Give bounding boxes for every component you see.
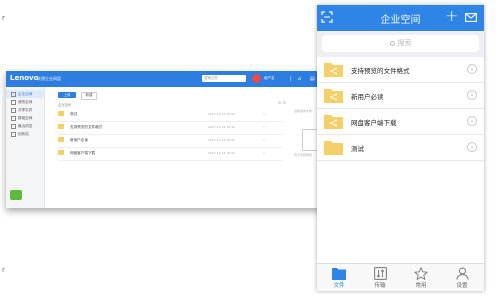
folder-icon (58, 111, 64, 116)
mobile-app: 企业空间 + 搜索 支持预览的文件格式 ⌄ 新用户必读 ⌄ 网盘客户端下载 ⌄ … (317, 5, 484, 291)
chevron-down-icon[interactable]: ⌄ (467, 116, 477, 126)
sidebar-item-trash[interactable]: 回收站 (6, 130, 44, 138)
list-item-label: 新用户必读 (351, 93, 384, 101)
nav-divider: | (290, 76, 292, 82)
folder-icon (58, 150, 64, 155)
sidebar-item-shared[interactable]: 共享文件 (6, 106, 44, 114)
row-checkbox[interactable]: ○ (263, 138, 266, 142)
person-icon (11, 99, 16, 105)
list-item[interactable]: 测试 ⌄ (317, 135, 484, 161)
tab-transfer[interactable]: 传输 (360, 267, 400, 289)
trash-icon (11, 131, 16, 137)
tab-label: 文件 (333, 283, 345, 289)
new-button[interactable]: 新建 (81, 92, 97, 100)
star-icon (414, 267, 428, 280)
avatar[interactable] (252, 74, 261, 83)
list-item[interactable]: 新用户必读 ⌄ (317, 83, 484, 109)
status-badge[interactable] (10, 190, 22, 200)
share-folder-icon (324, 63, 343, 77)
share-folder-icon (324, 89, 343, 103)
chevron-down-icon[interactable]: ⌄ (467, 90, 477, 100)
search-placeholder: 搜索 (397, 39, 412, 47)
enterprise-icon (11, 91, 16, 97)
sidebar-item-label: 企业空间 (18, 92, 33, 96)
sidebar-item-my-space[interactable]: 我的空间 (6, 98, 44, 106)
view-toggle-icon[interactable]: ⇅ ☰ (278, 100, 286, 105)
file-name: 新用户必读 (70, 138, 88, 142)
folder-icon (332, 268, 346, 280)
file-date: 2017-11-14 10:50 (208, 125, 236, 129)
list-item-label: 支持预览的文件格式 (351, 67, 410, 75)
app-name: 联想企业网盘 (37, 76, 61, 81)
folder-list: 支持预览的文件格式 ⌄ 新用户必读 ⌄ 网盘客户端下载 ⌄ 测试 ⌄ (317, 57, 484, 161)
tab-settings[interactable]: 设置 (442, 267, 482, 289)
file-row[interactable]: 支持预览的文件格式 2017-11-14 10:50 ○ (58, 121, 283, 135)
file-name: 网盘客户端下载 (70, 151, 96, 155)
desktop-header: Lenovo 联想企业网盘 搜索文件 用户名 | ⌂ ▤ ⚙ (6, 71, 334, 87)
file-date: 2017-11-14 10:50 (208, 112, 236, 116)
user-icon (456, 267, 468, 280)
mobile-header: 企业空间 + (317, 5, 484, 31)
search-input[interactable]: 搜索 (322, 35, 479, 52)
corner-mark-bottom: r (2, 266, 5, 274)
list-item-label: 测试 (351, 145, 364, 153)
tab-bar: 文件 传输 常用 设置 (317, 263, 484, 291)
add-button[interactable]: + (445, 7, 458, 25)
file-row[interactable]: 网盘客户端下载 2017-11-14 10:50 ○ (58, 147, 283, 161)
row-checkbox[interactable]: ○ (263, 151, 266, 155)
page-title: 企业空间 (380, 15, 421, 26)
search-icon (389, 41, 395, 46)
desktop-window: Lenovo 联想企业网盘 搜索文件 用户名 | ⌂ ▤ ⚙ 企业空间 我的空间… (6, 71, 334, 208)
sidebar-item-label: 群组空间 (18, 116, 33, 120)
preview-hint: 当前选中文件: (294, 109, 314, 113)
sidebar-item-label: 我的空间 (18, 100, 33, 104)
folder-icon (58, 124, 64, 129)
row-checkbox[interactable]: ○ (263, 125, 266, 129)
upload-button[interactable]: 上传 (58, 92, 76, 98)
folder-icon (58, 137, 64, 142)
group-icon (11, 115, 16, 121)
search-bar: 搜索 (317, 31, 484, 57)
user-name[interactable]: 用户名 (264, 76, 275, 81)
preview-caption: 暂不支持预览 (294, 153, 313, 157)
desktop-main: 上传 新建 企业空间 ⇅ ☰ 测试 2017-11-14 10:50 ○ 支持预… (48, 87, 334, 208)
sidebar-item-enterprise[interactable]: 企业空间 (6, 90, 44, 98)
share-icon (11, 107, 16, 113)
desktop-sidebar: 企业空间 我的空间 共享文件 群组空间 最近浏览 回收站 (6, 87, 45, 208)
file-name: 支持预览的文件格式 (70, 125, 103, 129)
chevron-down-icon[interactable]: ⌄ (467, 142, 477, 152)
sidebar-item-label: 回收站 (18, 132, 29, 136)
sidebar-item-groups[interactable]: 群组空间 (6, 114, 44, 122)
tab-label: 传输 (374, 283, 386, 289)
corner-mark-top: r (2, 14, 5, 22)
row-checkbox[interactable]: ○ (263, 112, 266, 116)
sidebar-item-recent[interactable]: 最近浏览 (6, 122, 44, 130)
share-folder-icon (324, 115, 343, 129)
message-icon[interactable]: ▤ (310, 75, 315, 83)
file-row[interactable]: 测试 2017-11-14 10:50 ○ (58, 108, 283, 122)
tab-favorites[interactable]: 常用 (401, 267, 441, 289)
desktop-search-input[interactable]: 搜索文件 (202, 75, 246, 82)
tab-label: 设置 (456, 283, 468, 289)
sidebar-item-label: 最近浏览 (18, 124, 33, 128)
transfer-icon (373, 267, 387, 280)
breadcrumb[interactable]: 企业空间 (58, 102, 71, 107)
file-name: 测试 (70, 112, 78, 116)
clock-icon (11, 123, 16, 129)
file-date: 2017-11-14 10:50 (208, 151, 236, 155)
chevron-down-icon[interactable]: ⌄ (467, 64, 477, 74)
folder-icon (324, 141, 343, 155)
tab-label: 常用 (415, 283, 427, 289)
lenovo-logo: Lenovo (10, 74, 39, 82)
tab-files[interactable]: 文件 (319, 267, 359, 289)
file-date: 2017-11-14 10:50 (208, 138, 236, 142)
mail-icon[interactable] (465, 13, 477, 22)
sidebar-item-label: 共享文件 (18, 108, 33, 112)
home-icon[interactable]: ⌂ (298, 75, 301, 83)
file-row[interactable]: 新用户必读 2017-11-14 10:50 ○ (58, 134, 283, 148)
list-item[interactable]: 网盘客户端下载 ⌄ (317, 109, 484, 135)
list-item[interactable]: 支持预览的文件格式 ⌄ (317, 57, 484, 83)
list-item-label: 网盘客户端下载 (351, 119, 397, 127)
